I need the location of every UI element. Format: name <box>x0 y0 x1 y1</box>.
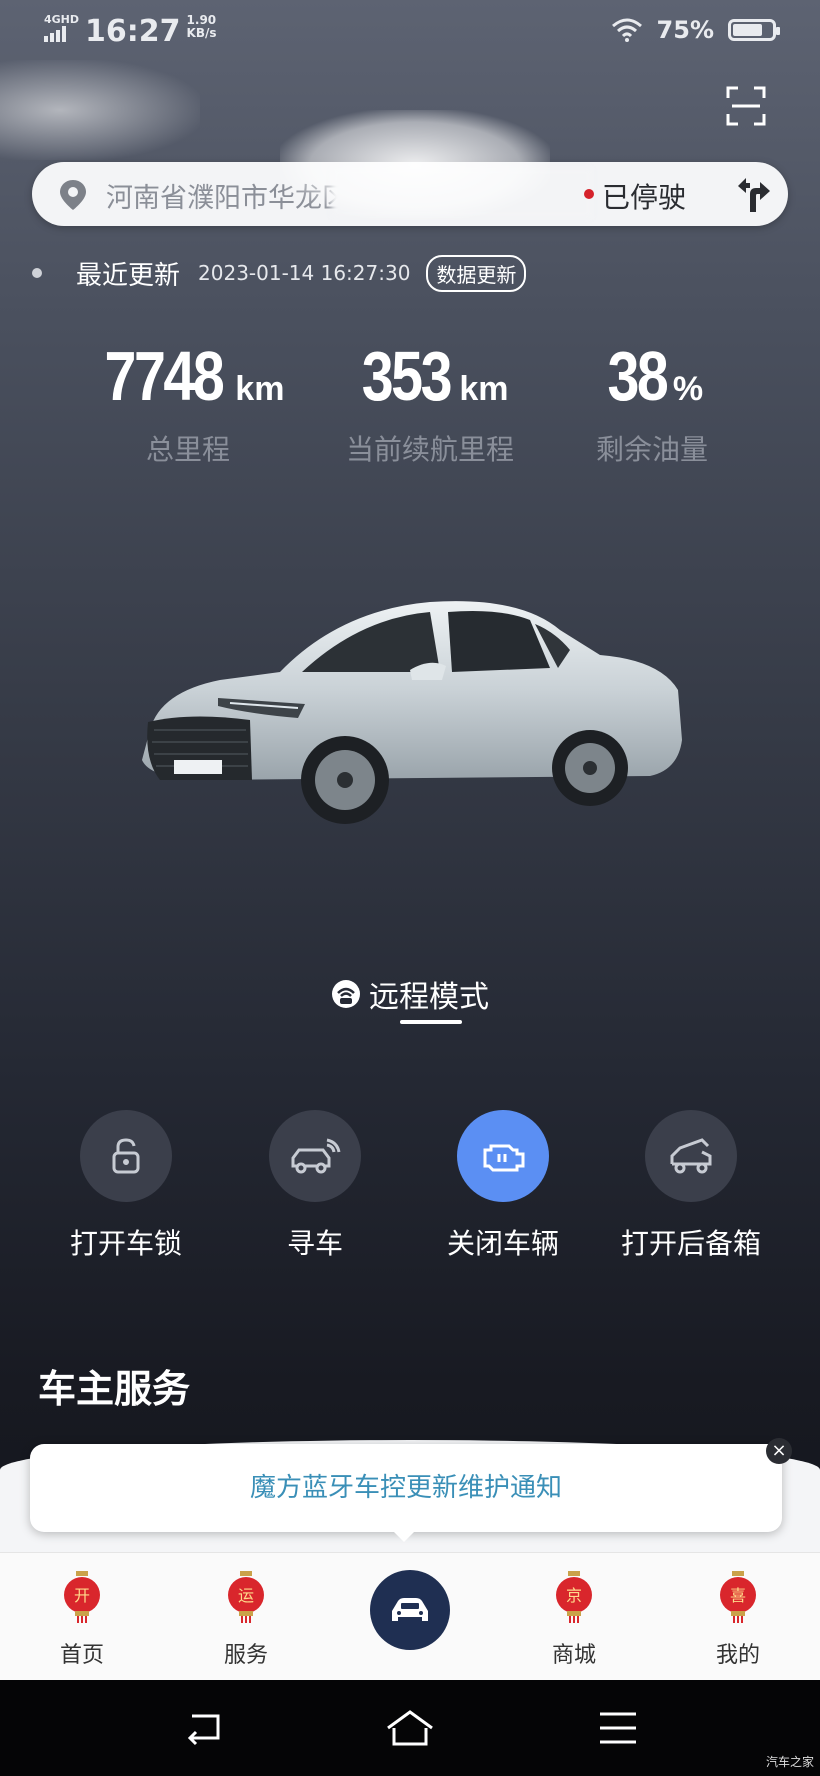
status-right: 75% <box>611 16 780 44</box>
update-label: 最近更新 <box>76 260 181 291</box>
battery-percent: 75% <box>656 16 714 44</box>
update-dot <box>32 268 42 278</box>
status-bar: 4GHD 16:27 1.90 KB/s 75% <box>0 0 820 64</box>
stat-number: 38 <box>607 337 668 415</box>
stat-label: 总里程 <box>145 433 230 466</box>
wifi-icon <box>611 18 642 42</box>
stat-unit: km <box>459 370 509 408</box>
status-left: 4GHD 16:27 1.90 KB/s <box>44 14 217 50</box>
app-screen: 4GHD 16:27 1.90 KB/s 75% 河南省濮阳市华龙区 已停驶 最… <box>0 0 820 1776</box>
unlock-button[interactable]: 打开车锁 <box>36 1110 216 1262</box>
tab-underline <box>400 1020 462 1024</box>
menu-icon[interactable] <box>596 1708 640 1748</box>
tab-label: 我的 <box>715 1643 760 1668</box>
find-car-button[interactable]: 寻车 <box>225 1110 405 1262</box>
tab-label: 服务 <box>223 1643 268 1668</box>
parking-status-dot <box>584 189 594 199</box>
stat-value: 353 km <box>346 336 514 416</box>
stat-label: 剩余油量 <box>595 433 709 466</box>
tab-mine[interactable]: 喜 我的 <box>688 1571 788 1669</box>
tab-service[interactable]: 运 服务 <box>196 1571 296 1669</box>
mode-tab-inner: 远程模式 <box>331 972 489 1016</box>
unlock-icon <box>112 1138 140 1174</box>
remote-controls: 打开车锁 寻车 关闭车辆 打开后备箱 <box>0 1110 820 1260</box>
redaction-mark <box>0 60 200 160</box>
lantern-icon: 喜 <box>720 1571 756 1623</box>
signal-icon <box>44 26 66 42</box>
shutdown-vehicle-button[interactable]: 关闭车辆 <box>413 1110 593 1262</box>
remote-signal-icon <box>332 980 360 1008</box>
notice-close-button[interactable]: × <box>766 1438 792 1464</box>
tab-home[interactable]: 开 首页 <box>32 1571 132 1669</box>
signal-block: 4GHD <box>44 14 79 46</box>
lantern-char: 喜 <box>730 1586 746 1605</box>
lantern-icon: 运 <box>228 1571 264 1623</box>
open-trunk-button[interactable]: 打开后备箱 <box>601 1110 781 1262</box>
control-label: 寻车 <box>286 1227 343 1260</box>
clock: 16:27 <box>85 14 181 49</box>
car-icon <box>392 1598 428 1621</box>
stat-number: 7748 <box>104 337 224 415</box>
stat-value: 38% <box>596 336 708 416</box>
system-nav-bar: 汽车之家 <box>0 1680 820 1776</box>
lantern-icon: 京 <box>556 1571 592 1623</box>
trunk-icon <box>670 1138 712 1174</box>
update-time: 2023-01-14 16:27:30 <box>198 261 411 285</box>
trunk-circle <box>645 1110 737 1202</box>
control-label: 打开后备箱 <box>620 1227 761 1260</box>
stat-label: 当前续航里程 <box>345 433 515 466</box>
navigate-icon[interactable] <box>732 174 772 214</box>
location-pin-icon <box>60 180 86 210</box>
vehicle-stats: 7748 km 总里程 353 km 当前续航里程 38% 剩余油量 <box>0 336 820 476</box>
stat-value: 7748 km <box>92 336 285 416</box>
scan-icon[interactable] <box>726 86 766 126</box>
find-car-icon <box>291 1138 341 1174</box>
watermark: 汽车之家 <box>765 1755 814 1769</box>
tab-label: 首页 <box>59 1643 104 1668</box>
unlock-circle <box>80 1110 172 1202</box>
parking-status: 已停驶 <box>602 181 687 214</box>
lantern-char: 开 <box>74 1586 90 1605</box>
maintenance-notice[interactable]: 魔方蓝牙车控更新维护通知 <box>30 1444 782 1532</box>
control-label: 打开车锁 <box>69 1227 182 1260</box>
lantern-icon: 开 <box>64 1571 100 1623</box>
redaction-mark-top <box>280 110 550 220</box>
net-speed: 1.90 KB/s <box>187 14 217 40</box>
engine-icon <box>483 1144 525 1172</box>
notice-tail <box>390 1528 418 1542</box>
stat-total-mileage: 7748 km 总里程 <box>92 336 285 468</box>
shutdown-circle <box>457 1110 549 1202</box>
notice-text: 魔方蓝牙车控更新维护通知 <box>249 1473 562 1503</box>
stat-range: 353 km 当前续航里程 <box>346 336 514 468</box>
lantern-char: 运 <box>238 1586 254 1605</box>
find-car-circle <box>269 1110 361 1202</box>
update-row: 最近更新 2023-01-14 16:27:30 数据更新 <box>32 254 527 292</box>
tab-label: 商城 <box>551 1643 596 1668</box>
stat-unit: km <box>235 370 285 408</box>
home-icon[interactable] <box>384 1708 436 1748</box>
refresh-data-button[interactable]: 数据更新 <box>426 254 527 292</box>
stat-unit: % <box>672 370 704 408</box>
network-type: 4GHD <box>44 13 80 26</box>
car-image <box>142 601 682 824</box>
lantern-char: 京 <box>566 1586 582 1605</box>
control-label: 关闭车辆 <box>446 1227 559 1260</box>
remote-mode-tab[interactable]: 远程模式 <box>0 972 820 1024</box>
mode-tab-label: 远程模式 <box>369 980 489 1015</box>
tab-mall[interactable]: 京 商城 <box>524 1571 624 1669</box>
tab-vehicle-center[interactable] <box>370 1570 450 1650</box>
net-speed-unit: KB/s <box>186 26 217 40</box>
stat-fuel: 38% 剩余油量 <box>596 336 708 468</box>
stat-number: 353 <box>361 337 452 415</box>
battery-icon <box>728 19 780 41</box>
owner-services-title: 车主服务 <box>38 1367 191 1411</box>
back-icon[interactable] <box>182 1708 226 1748</box>
